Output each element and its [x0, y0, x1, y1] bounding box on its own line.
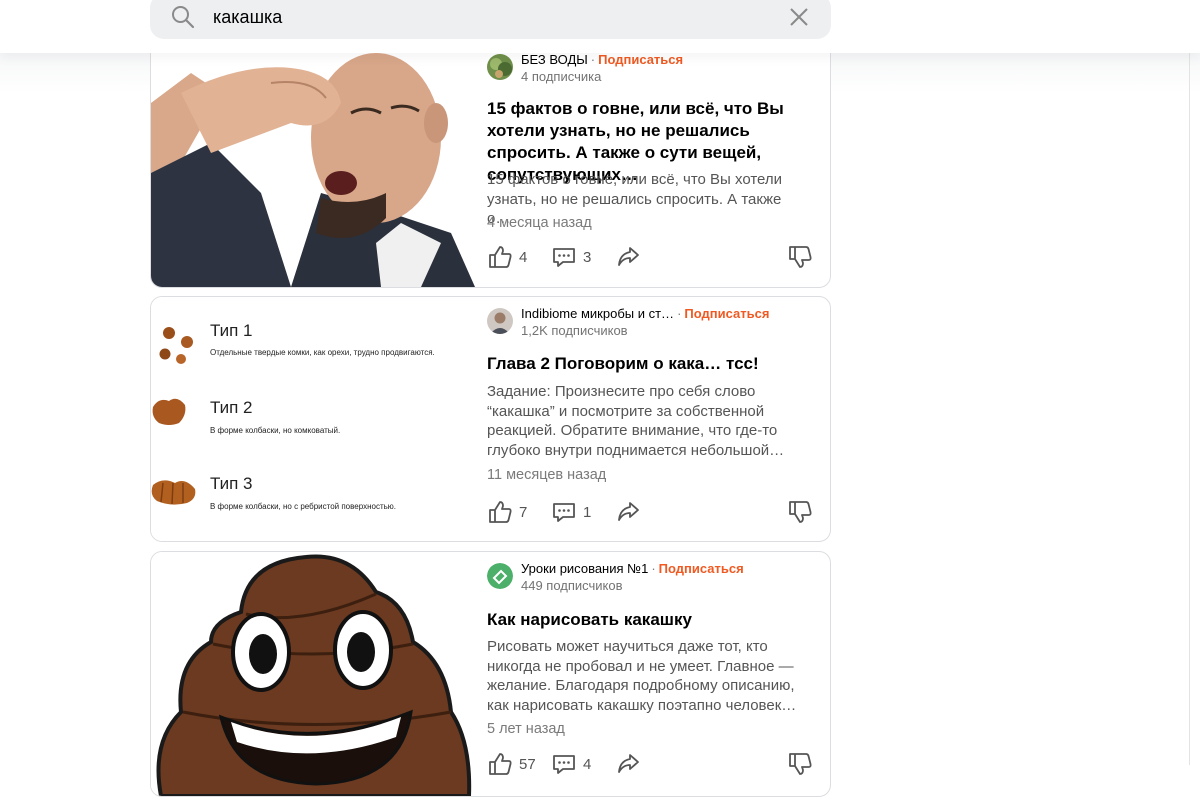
channel-meta: Indibiome микробы и ст… · Подписаться 1,2K… [521, 306, 821, 338]
stool-type-3-name: Тип 3 [210, 474, 253, 493]
article-card[interactable]: Уроки рисования №1 · Подписаться 449 подпи… [150, 551, 831, 797]
comment-count: 1 [583, 503, 592, 521]
stool-type-1-name: Тип 1 [210, 321, 253, 340]
channel-name[interactable]: Indibiome микробы и ст… [521, 306, 674, 321]
subscribe-button[interactable]: Подписаться [598, 52, 683, 67]
like-count: 57 [519, 755, 536, 773]
comment-icon [553, 248, 575, 267]
comment-button[interactable]: 4 [551, 750, 591, 778]
like-button[interactable]: 7 [487, 498, 527, 526]
article-title[interactable]: Глава 2 Поговорим о кака… тсс! [487, 353, 822, 375]
article-snippet[interactable]: Задание: Произнесите про себя слово “как… [487, 382, 807, 460]
channel-name[interactable]: БЕЗ ВОДЫ [521, 52, 588, 67]
dislike-icon [789, 501, 812, 523]
comment-icon [553, 503, 575, 522]
article-date: 11 месяцев назад [487, 467, 607, 483]
like-count: 4 [519, 248, 528, 266]
dislike-button[interactable] [787, 750, 813, 778]
like-icon [489, 501, 512, 523]
search-icon[interactable] [170, 4, 196, 30]
subscriber-count: 449 подписчиков [521, 578, 623, 593]
like-icon [489, 753, 512, 775]
dislike-icon [789, 246, 812, 268]
search-input[interactable]: какашка [213, 7, 282, 28]
comment-button[interactable]: 3 [551, 243, 591, 271]
channel-meta: Уроки рисования №1 · Подписаться 449 подпи… [521, 561, 821, 593]
subscribe-button[interactable]: Подписаться [684, 306, 769, 321]
article-thumbnail[interactable]: Тип 1 Отдельные твердые комки, как орехи… [151, 297, 475, 541]
channel-avatar[interactable] [487, 54, 513, 80]
channel-meta: БЕЗ ВОДЫ · Подписаться 4 подписчика [521, 52, 821, 84]
channel-avatar[interactable] [487, 308, 513, 334]
article-title[interactable]: Как нарисовать какашку [487, 609, 822, 631]
poop-emoji-drawing-image [151, 552, 475, 796]
comment-count: 3 [583, 248, 592, 266]
comment-icon [553, 755, 575, 774]
article-actions: 57 4 [487, 750, 817, 778]
stool-type-2-name: Тип 2 [210, 398, 253, 417]
search-box[interactable]: какашка [150, 0, 831, 39]
share-button[interactable] [615, 498, 641, 526]
subscriber-count: 4 подписчика [521, 69, 602, 84]
subscriber-count: 1,2K подписчиков [521, 323, 628, 338]
scrollbar-track[interactable] [1189, 53, 1190, 765]
share-icon [618, 247, 639, 266]
channel-name[interactable]: Уроки рисования №1 [521, 561, 648, 576]
stool-type-3-desc: В форме колбаски, но с ребристой поверхн… [210, 502, 397, 511]
comment-count: 4 [583, 755, 592, 773]
article-actions: 7 1 [487, 498, 817, 526]
share-button[interactable] [615, 750, 641, 778]
stool-type-1-desc: Отдельные твердые комки, как орехи, труд… [210, 348, 435, 357]
share-icon [618, 502, 639, 521]
dislike-button[interactable] [787, 498, 813, 526]
share-button[interactable] [615, 243, 641, 271]
stool-type-2-desc: В форме колбаски, но комковатый. [210, 426, 341, 435]
close-icon[interactable] [787, 5, 811, 29]
subscribe-button[interactable]: Подписаться [659, 561, 744, 576]
article-thumbnail[interactable] [151, 552, 475, 796]
channel-avatar[interactable] [487, 563, 513, 589]
comment-button[interactable]: 1 [551, 498, 591, 526]
article-card[interactable]: Тип 1 Отдельные твердые комки, как орехи… [150, 296, 831, 542]
article-thumbnail[interactable] [151, 43, 475, 287]
article-date: 4 месяца назад [487, 215, 592, 231]
like-icon [489, 246, 512, 268]
dislike-button[interactable] [787, 243, 813, 271]
man-holding-nose-image [151, 43, 475, 287]
article-date: 5 лет назад [487, 721, 565, 737]
article-actions: 4 3 [487, 243, 817, 271]
article-snippet[interactable]: Рисовать может научиться даже тот, кто н… [487, 637, 807, 715]
like-count: 7 [519, 503, 528, 521]
top-bar: какашка [0, 0, 1200, 53]
like-button[interactable]: 4 [487, 243, 527, 271]
dislike-icon [789, 753, 812, 775]
share-icon [618, 754, 639, 773]
article-card[interactable]: БЕЗ ВОДЫ · Подписаться 4 подписчика 15 фак… [150, 42, 831, 288]
like-button[interactable]: 57 [487, 750, 536, 778]
